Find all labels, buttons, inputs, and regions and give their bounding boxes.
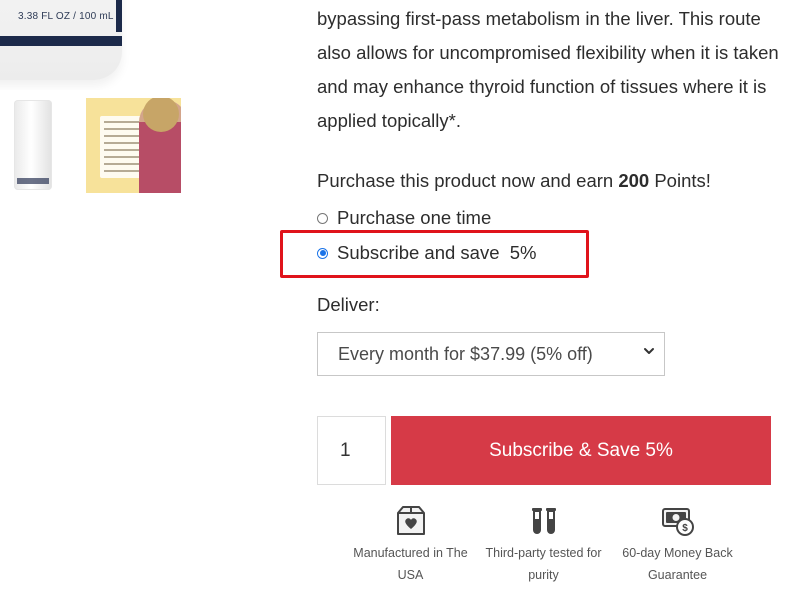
product-thumbnail-pump[interactable] [0,98,74,193]
quantity-input[interactable]: 1 [317,416,386,485]
chevron-down-icon [644,348,654,354]
badge-made-in-usa: Manufactured in The USA [343,500,478,586]
bottle-band [0,36,122,46]
subscribe-highlight-box [280,230,589,278]
product-thumbnail-lifestyle[interactable] [86,98,181,193]
purchase-one-time-radio[interactable] [317,212,328,224]
points-suffix: Points! [649,170,711,191]
pump-bottle-image [14,100,52,190]
badge-money-back: $ 60-day Money Back Guarantee [610,500,745,586]
badge-third-party-tested-label: Third-party tested for purity [485,546,602,582]
points-message: Purchase this product now and earn 200 P… [317,170,711,192]
subscribe-save-button[interactable]: Subscribe & Save 5% [391,416,771,485]
quantity-value: 1 [340,439,351,461]
badge-third-party-tested: Third-party tested for purity [476,500,611,586]
delivery-frequency-select[interactable]: Every month for $37.99 (5% off) [317,332,665,376]
purchase-one-time-option[interactable]: Purchase one time [317,207,491,229]
product-main-image: 3.38 FL OZ / 100 mL [0,0,180,90]
points-prefix: Purchase this product now and earn [317,170,619,191]
delivery-frequency-value: Every month for $37.99 (5% off) [338,343,593,364]
test-tubes-icon [531,508,556,534]
product-description: bypassing first-pass metabolism in the l… [317,8,779,131]
purchase-one-time-label: Purchase one time [337,207,492,228]
bottle-stripe [116,0,122,32]
money-back-icon: $ [661,508,694,536]
deliver-label: Deliver: [317,294,380,315]
points-amount: 200 [618,170,650,191]
svg-text:$: $ [682,523,688,534]
badge-money-back-label: 60-day Money Back Guarantee [622,546,733,582]
box-heart-icon [396,506,425,535]
badge-made-in-usa-label: Manufactured in The USA [353,546,468,582]
bottle-label-text: 3.38 FL OZ / 100 mL [18,11,114,22]
bottle-graphic: 3.38 FL OZ / 100 mL [0,0,122,80]
